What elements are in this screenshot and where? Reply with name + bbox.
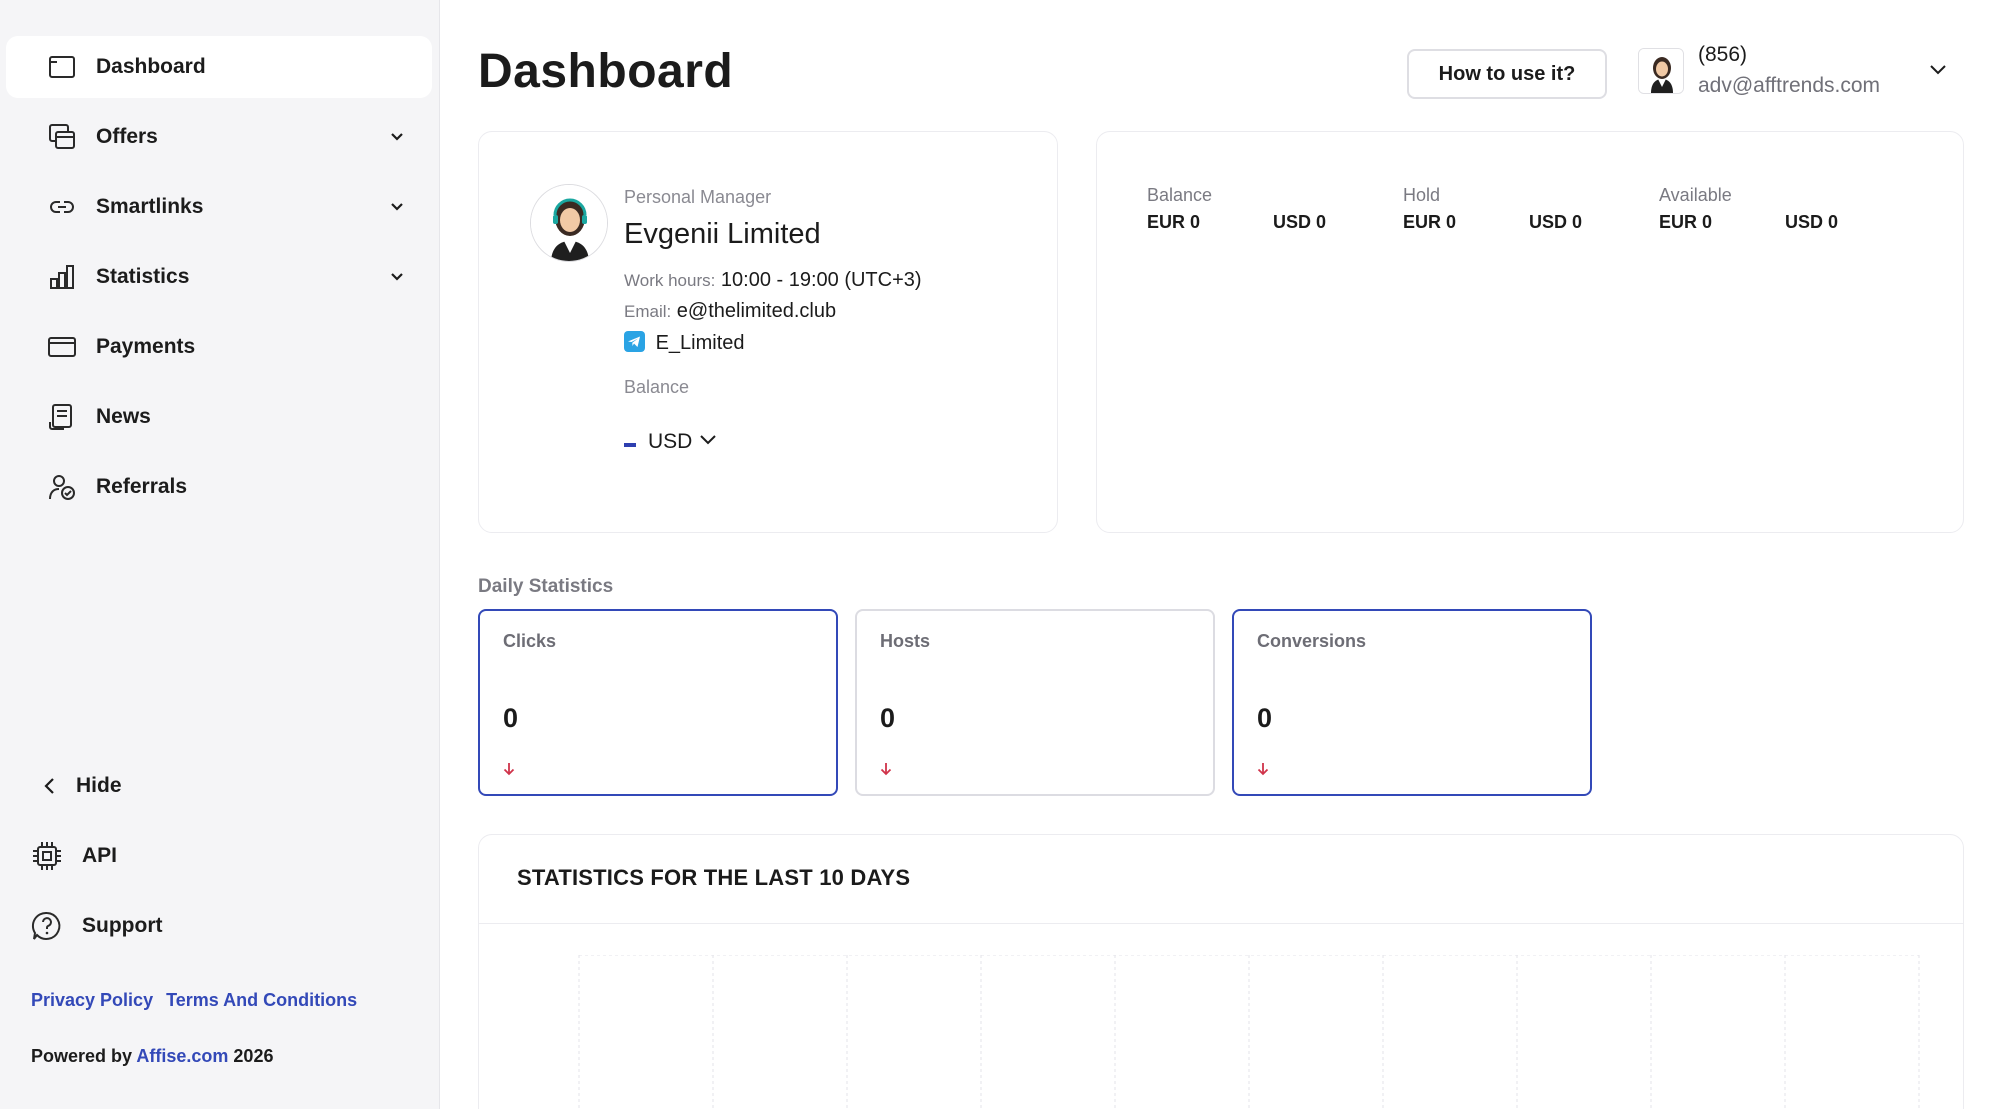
page-title: Dashboard bbox=[478, 45, 734, 98]
chevron-down-icon bbox=[391, 273, 403, 281]
avatar bbox=[1638, 48, 1684, 94]
divider bbox=[479, 923, 1963, 924]
legal-links: Privacy Policy Terms And Conditions bbox=[31, 990, 365, 1011]
sidebar-item-label: Dashboard bbox=[96, 55, 206, 78]
api-label: API bbox=[82, 844, 118, 867]
stat-value: 0 bbox=[880, 703, 896, 733]
balance-group-title: Balance bbox=[1147, 185, 1213, 205]
referral-icon bbox=[46, 471, 78, 503]
currency-value: USD bbox=[648, 430, 693, 453]
clicks-stat-card[interactable]: Clicks 0 bbox=[478, 609, 838, 796]
chevron-down-icon bbox=[700, 435, 717, 445]
sidebar-item-label: Statistics bbox=[96, 265, 190, 288]
email-key: Email: bbox=[624, 302, 672, 321]
sidebar-item-label: Offers bbox=[96, 125, 158, 148]
telegram-icon bbox=[624, 331, 645, 352]
sidebar: Dashboard Offers Smartlinks Statistics P… bbox=[0, 0, 440, 1109]
telegram-handle: E_Limited bbox=[655, 332, 745, 354]
sidebar-item-offers[interactable]: Offers bbox=[6, 106, 432, 168]
sidebar-item-news[interactable]: News bbox=[6, 386, 432, 448]
hold-eur: EUR 0 bbox=[1403, 212, 1457, 232]
card-icon bbox=[46, 331, 78, 363]
hold-group-title: Hold bbox=[1403, 185, 1441, 205]
chevron-left-icon bbox=[38, 769, 62, 803]
chip-icon bbox=[30, 839, 64, 873]
link-icon bbox=[46, 191, 78, 223]
dashboard-icon bbox=[46, 51, 78, 83]
hold-usd: USD 0 bbox=[1529, 212, 1583, 232]
available-group: Available EUR 0 USD 0 bbox=[1659, 185, 1911, 233]
personal-manager-card: Personal Manager Evgenii Limited Work ho… bbox=[478, 131, 1058, 533]
arrow-down-icon bbox=[503, 763, 515, 776]
work-hours-key: Work hours: bbox=[624, 271, 716, 290]
api-link[interactable]: API bbox=[30, 825, 430, 887]
chart-plot-area bbox=[578, 955, 1920, 1109]
chevron-down-icon bbox=[391, 203, 403, 211]
manager-telegram[interactable]: E_Limited bbox=[624, 331, 745, 355]
offers-icon bbox=[46, 121, 78, 153]
sidebar-item-payments[interactable]: Payments bbox=[6, 316, 432, 378]
chart-gridlines bbox=[578, 955, 1920, 1109]
stat-title: Hosts bbox=[880, 631, 931, 651]
powered-by-year: 2026 bbox=[233, 1046, 274, 1066]
chart-title: STATISTICS FOR THE LAST 10 DAYS bbox=[517, 865, 911, 890]
arrow-down-icon bbox=[1257, 763, 1269, 776]
sidebar-item-dashboard[interactable]: Dashboard bbox=[6, 36, 432, 98]
user-id: (856) bbox=[1698, 43, 1748, 66]
sidebar-item-label: News bbox=[96, 405, 151, 428]
balance-eur: EUR 0 bbox=[1147, 212, 1201, 232]
sidebar-bottom-links: Hide API Support bbox=[30, 755, 430, 965]
sidebar-item-label: Smartlinks bbox=[96, 195, 204, 218]
stat-value: 0 bbox=[1257, 703, 1273, 733]
how-to-use-button[interactable]: How to use it? bbox=[1407, 49, 1607, 99]
conversions-stat-card[interactable]: Conversions 0 bbox=[1232, 609, 1592, 796]
chevron-down-icon bbox=[1930, 65, 1946, 75]
balance-placeholder-dash bbox=[624, 443, 636, 447]
balance-summary-card: Balance EUR 0 USD 0 Hold EUR 0 USD 0 Avail… bbox=[1096, 131, 1964, 533]
user-menu[interactable]: (856) adv@afftrends.com bbox=[1638, 40, 1958, 110]
currency-select[interactable]: USD bbox=[624, 430, 718, 454]
sidebar-item-label: Payments bbox=[96, 335, 196, 358]
manager-avatar bbox=[530, 184, 608, 262]
stat-value: 0 bbox=[503, 703, 519, 733]
hide-sidebar-button[interactable]: Hide bbox=[38, 755, 430, 817]
balance-usd: USD 0 bbox=[1273, 212, 1327, 232]
hold-group: Hold EUR 0 USD 0 bbox=[1403, 185, 1655, 233]
sidebar-nav: Dashboard Offers Smartlinks Statistics P… bbox=[6, 36, 432, 526]
arrow-down-icon bbox=[880, 763, 892, 776]
powered-by: Powered by Affise.com 2026 bbox=[31, 1046, 273, 1067]
available-group-title: Available bbox=[1659, 185, 1732, 205]
powered-by-prefix: Powered by bbox=[31, 1046, 133, 1066]
daily-statistics-label: Daily Statistics bbox=[478, 576, 614, 597]
manager-work-hours: Work hours: 10:00 - 19:00 (UTC+3) bbox=[624, 269, 922, 292]
affise-link[interactable]: Affise.com bbox=[136, 1046, 228, 1066]
user-email: adv@afftrends.com bbox=[1698, 74, 1881, 97]
work-hours-value: 10:00 - 19:00 (UTC+3) bbox=[720, 269, 922, 291]
email-value[interactable]: e@thelimited.club bbox=[677, 300, 836, 322]
sidebar-item-referrals[interactable]: Referrals bbox=[6, 456, 432, 518]
hosts-stat-card[interactable]: Hosts 0 bbox=[855, 609, 1215, 796]
sidebar-item-label: Referrals bbox=[96, 475, 188, 498]
stat-title: Conversions bbox=[1257, 631, 1367, 651]
sidebar-item-statistics[interactable]: Statistics bbox=[6, 246, 432, 308]
stat-title: Clicks bbox=[503, 631, 557, 651]
balance-group: Balance EUR 0 USD 0 bbox=[1147, 185, 1399, 233]
help-icon bbox=[30, 909, 64, 943]
last-10-days-chart-card: STATISTICS FOR THE LAST 10 DAYS bbox=[478, 834, 1964, 1109]
terms-link[interactable]: Terms And Conditions bbox=[166, 990, 357, 1010]
news-icon bbox=[46, 401, 78, 433]
available-eur: EUR 0 bbox=[1659, 212, 1713, 232]
support-link[interactable]: Support bbox=[30, 895, 430, 957]
chevron-down-icon bbox=[391, 133, 403, 141]
privacy-policy-link[interactable]: Privacy Policy bbox=[31, 990, 153, 1010]
sidebar-item-smartlinks[interactable]: Smartlinks bbox=[6, 176, 432, 238]
support-label: Support bbox=[82, 914, 163, 937]
manager-email: Email: e@thelimited.club bbox=[624, 300, 836, 323]
manager-label: Personal Manager bbox=[624, 187, 772, 207]
bar-chart-icon bbox=[46, 261, 78, 293]
manager-name: Evgenii Limited bbox=[624, 218, 821, 250]
hide-label: Hide bbox=[76, 774, 122, 797]
available-usd: USD 0 bbox=[1785, 212, 1839, 232]
manager-balance-label: Balance bbox=[624, 377, 690, 397]
